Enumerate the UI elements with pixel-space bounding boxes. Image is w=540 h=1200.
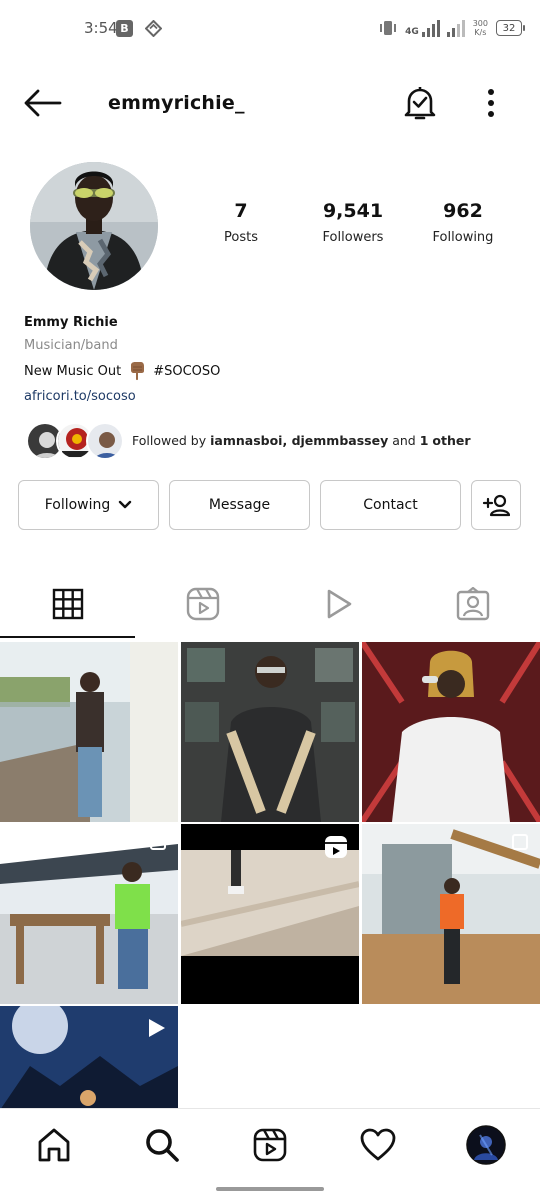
notifications-button[interactable] <box>402 84 438 122</box>
multi-post-icon <box>512 834 528 850</box>
bio-text-before: New Music Out <box>24 363 122 379</box>
video-badge-icon <box>149 1019 165 1037</box>
signal-group: 4G <box>405 19 465 37</box>
followed-by-names: iamnasboi, djemmbassey <box>210 433 389 448</box>
bio-hashtag[interactable]: #SOCOSO <box>153 364 220 379</box>
follower-avatar-3 <box>86 422 124 460</box>
message-button[interactable]: Message <box>169 480 310 530</box>
followed-by-row[interactable]: Followed by iamnasboi, djemmbassey and 1… <box>26 422 526 462</box>
profile-bio: Emmy Richie Musician/band New Music Out … <box>24 315 524 404</box>
heart-icon <box>360 1128 396 1161</box>
profile-tabs <box>0 570 540 640</box>
status-bar: 3:54 B 4G 300 K/s 32 <box>0 0 540 60</box>
app-notification-icon: B <box>116 20 133 37</box>
chevron-down-icon <box>119 500 132 509</box>
vibrate-icon <box>379 18 397 38</box>
message-button-label: Message <box>208 497 271 513</box>
followers-label: Followers <box>322 230 384 245</box>
play-icon <box>327 589 351 619</box>
reel-badge-icon <box>325 836 347 858</box>
post-thumbnail[interactable] <box>0 1006 178 1110</box>
tab-videos[interactable] <box>270 570 405 638</box>
network-type: 4G <box>405 27 419 37</box>
tagged-person-icon <box>456 587 489 621</box>
followers-count: 9,541 <box>322 200 384 222</box>
back-button[interactable] <box>22 88 62 118</box>
home-indicator[interactable] <box>216 1187 324 1191</box>
posts-stat[interactable]: 7 Posts <box>186 200 296 245</box>
followers-stat[interactable]: 9,541 Followers <box>298 200 408 245</box>
followed-by-suffix: other <box>432 433 471 448</box>
nav-profile[interactable] <box>466 1125 506 1165</box>
following-stat[interactable]: 962 Following <box>408 200 518 245</box>
nav-search[interactable] <box>142 1125 182 1165</box>
following-button[interactable]: Following <box>18 480 159 530</box>
nav-reels[interactable] <box>250 1125 290 1165</box>
bottom-navigation <box>0 1108 540 1200</box>
home-icon <box>38 1128 70 1162</box>
multi-post-icon <box>150 834 166 850</box>
bio-text: New Music Out #SOCOSO <box>24 361 524 381</box>
bio-link[interactable]: africori.to/socoso <box>24 389 524 404</box>
bio-category: Musician/band <box>24 338 118 353</box>
reels-icon <box>253 1128 287 1162</box>
avatar-photo <box>30 162 158 290</box>
more-options-button[interactable] <box>480 86 502 120</box>
tab-grid[interactable] <box>0 570 135 638</box>
profile-avatar-icon <box>466 1125 506 1165</box>
status-time: 3:54 <box>84 19 118 37</box>
posts-count: 7 <box>234 200 248 222</box>
battery-icon: 32 <box>496 20 525 36</box>
nav-home[interactable] <box>34 1125 74 1165</box>
post-thumbnail[interactable] <box>181 824 359 1004</box>
more-vertical-icon <box>488 89 494 117</box>
post-thumbnail[interactable] <box>0 824 178 1004</box>
contact-button[interactable]: Contact <box>320 480 461 530</box>
post-thumbnail[interactable] <box>0 642 178 822</box>
network-speed: 300 K/s <box>473 19 488 37</box>
bio-name: Emmy Richie <box>24 315 118 330</box>
profile-header: emmyrichie_ <box>0 80 540 128</box>
followed-by-middle: and <box>392 433 416 448</box>
followed-by-count: 1 <box>419 433 429 448</box>
speed-value: 300 <box>472 19 488 28</box>
reels-icon <box>186 587 219 621</box>
followed-by-text: Followed by iamnasboi, djemmbassey and 1… <box>132 433 471 448</box>
bell-check-icon <box>404 87 436 120</box>
posts-label: Posts <box>224 230 258 245</box>
pointing-down-emoji-icon <box>127 361 147 381</box>
following-button-label: Following <box>44 497 111 513</box>
status-right-group: 4G 300 K/s 32 <box>379 18 525 38</box>
profile-avatar[interactable] <box>30 162 158 290</box>
followed-by-prefix: Followed by <box>132 433 207 448</box>
active-tab-indicator <box>0 636 135 638</box>
add-person-icon <box>482 494 510 517</box>
following-label: Following <box>432 230 494 245</box>
signal-bars-2-icon <box>446 19 465 37</box>
tab-reels[interactable] <box>135 570 270 638</box>
following-count: 962 <box>443 200 483 222</box>
speed-unit: K/s <box>474 28 487 37</box>
post-thumbnail[interactable] <box>362 642 540 822</box>
contact-button-label: Contact <box>363 497 418 513</box>
profile-username: emmyrichie_ <box>108 92 245 114</box>
suggested-users-button[interactable] <box>471 480 521 530</box>
profile-stats: 7 Posts 9,541 Followers 962 Following <box>190 200 510 260</box>
vpn-icon <box>145 20 162 37</box>
arrow-left-icon <box>24 89 62 117</box>
nav-activity[interactable] <box>358 1125 398 1165</box>
grid-icon <box>52 588 83 620</box>
tab-tagged[interactable] <box>405 570 540 638</box>
post-thumbnail[interactable] <box>181 642 359 822</box>
search-icon <box>146 1129 179 1162</box>
status-notification-icons: B <box>116 20 162 37</box>
signal-bars-icon <box>421 19 440 37</box>
post-thumbnail[interactable] <box>362 824 540 1004</box>
